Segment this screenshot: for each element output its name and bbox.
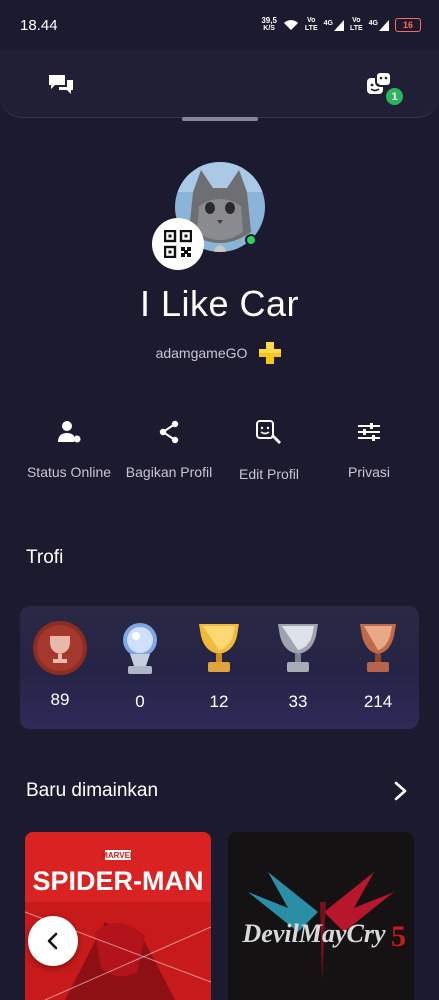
username: adamgameGO [155,345,248,361]
trophy-gold: 12 [189,620,249,712]
party-badge: 1 [384,86,405,107]
svg-text:5: 5 [391,920,406,953]
svg-text:MARVEL: MARVEL [101,851,135,860]
chevron-right-icon[interactable] [390,780,410,802]
qr-code-button[interactable] [152,218,204,270]
share-icon [159,420,179,444]
trophy-bronze: 214 [348,620,408,712]
trophy-platinum: 0 [110,620,170,712]
status-icons: 39,5 K/S Vo LTE 4G Vo LTE 4G 16 [261,17,421,33]
profile-actions: Status Online Bagikan Profil Edit Profil… [0,418,439,498]
chevron-left-icon [47,932,58,950]
battery-icon: 16 [395,18,421,32]
trophy-level: 89 [30,620,90,710]
wifi-icon [283,20,298,30]
sim1-signal: 4G [324,19,344,31]
edit-profile-icon [256,420,281,444]
panel-drag-handle[interactable] [182,117,258,121]
svg-text:SPIDER-MAN: SPIDER-MAN [32,866,203,896]
action-edit-profile[interactable]: Edit Profil [214,418,324,482]
sim2-volte: Vo LTE [349,17,363,32]
sim1-volte: Vo LTE [304,17,318,32]
action-status-online[interactable]: Status Online [14,418,124,480]
status-time: 18.44 [20,16,58,34]
bronze-trophy-icon [360,624,396,672]
trophy-silver: 33 [268,620,328,712]
person-status-icon [58,421,81,443]
trophy-level-icon [33,621,87,675]
display-name: I Like Car [139,283,300,324]
platinum-trophy-icon [123,623,157,674]
action-share-profile[interactable]: Bagikan Profil [114,418,224,480]
gold-trophy-icon [199,624,239,672]
trophy-summary-card[interactable]: 89 0 12 33 214 [20,606,419,729]
signal-icon [333,19,344,31]
silver-trophy-icon [278,624,318,672]
devil-may-cry-cover: DevilMayCry 5 [228,832,414,1000]
messages-icon[interactable] [46,70,76,100]
recently-played-title: Baru dimainkan [26,780,159,801]
game-card-devil-may-cry[interactable]: DevilMayCry 5 [228,832,414,1000]
back-button[interactable] [28,916,78,966]
online-indicator [245,234,257,246]
sliders-icon [358,423,380,441]
trophies-title: Trofi [26,547,64,568]
ps-plus-icon [259,342,282,364]
status-bar: 18.44 39,5 K/S Vo LTE 4G Vo LTE 4G 16 [0,0,439,50]
username-row: adamgameGO [0,340,439,366]
svg-text:DevilMayCry: DevilMayCry [242,919,386,948]
qr-code-icon [164,230,192,258]
signal-icon [379,19,389,31]
action-privacy[interactable]: Privasi [314,418,424,480]
net-speed: 39,5 K/S [261,16,277,33]
sim2-signal: 4G [369,19,389,31]
